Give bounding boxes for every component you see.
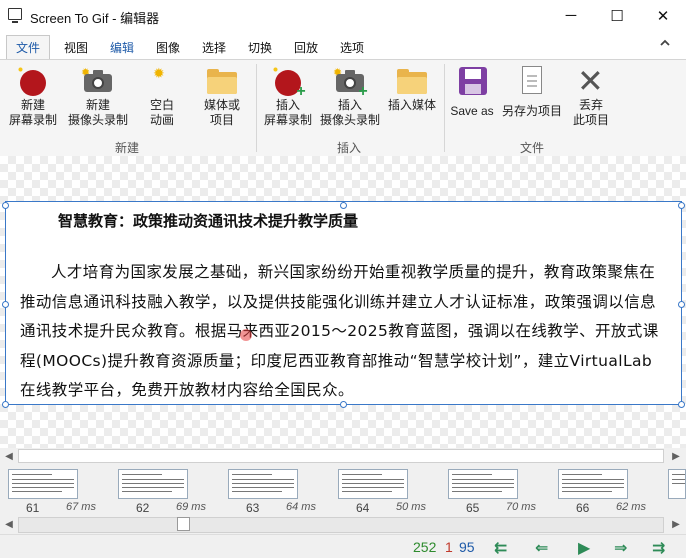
frame-thumbnail[interactable] bbox=[118, 469, 188, 499]
frame-list: 61 67 ms 62 69 ms 63 64 ms 64 50 ms 65 7… bbox=[0, 466, 686, 516]
minimize-button[interactable]: ─ bbox=[548, 0, 594, 31]
chevron-up-icon[interactable] bbox=[660, 38, 670, 48]
frame-number: 65 bbox=[466, 501, 480, 515]
frame-number: 61 bbox=[26, 501, 40, 515]
resize-handle[interactable] bbox=[2, 401, 9, 408]
project-icon bbox=[515, 64, 549, 96]
frame-duration: 67 ms bbox=[66, 501, 96, 513]
frame-number: 62 bbox=[136, 501, 150, 515]
ribbon-separator bbox=[256, 64, 257, 152]
frame-thumbnail[interactable] bbox=[558, 469, 628, 499]
record-icon bbox=[16, 64, 50, 96]
blank-animation-icon: ✹ bbox=[153, 65, 165, 81]
previous-frame-icon[interactable]: ⇐ bbox=[535, 538, 548, 558]
frame-number: 64 bbox=[356, 501, 370, 515]
scroll-right-icon[interactable]: ▶ bbox=[670, 451, 682, 463]
resize-handle[interactable] bbox=[2, 202, 9, 209]
frame-thumbnail[interactable] bbox=[668, 469, 686, 499]
scroll-left-icon[interactable]: ◀ bbox=[3, 519, 15, 531]
scrollbar-track[interactable] bbox=[18, 517, 664, 533]
insert-webcam-recording-button[interactable]: ✹ + 插入 摄像头录制 bbox=[316, 64, 384, 128]
tab-view[interactable]: 视图 bbox=[64, 39, 88, 56]
frame-duration: 69 ms bbox=[176, 501, 206, 513]
frame-thumbnail[interactable] bbox=[228, 469, 298, 499]
open-media-project-button[interactable]: 媒体或 项目 bbox=[196, 64, 248, 128]
document-paragraph: 人才培育为国家发展之基础，新兴国家纷纷开始重视教学质量的提升，教育政策聚焦在推动… bbox=[20, 263, 659, 399]
maximize-button[interactable]: ☐ bbox=[594, 0, 640, 31]
scrollbar-track[interactable] bbox=[18, 449, 664, 463]
tab-file[interactable]: 文件 bbox=[6, 35, 50, 59]
play-icon[interactable]: ▶ bbox=[578, 538, 590, 558]
frame-number: 66 bbox=[576, 501, 590, 515]
tab-select[interactable]: 选择 bbox=[202, 39, 226, 56]
first-frame-icon[interactable]: ⇇ bbox=[494, 538, 507, 558]
folder-icon bbox=[205, 64, 239, 96]
window-title: Screen To Gif - 编辑器 bbox=[30, 11, 160, 26]
frame-thumbnail[interactable] bbox=[338, 469, 408, 499]
frame-canvas[interactable]: 智慧教育：政策推动资通讯技术提升教学质量 人才培育为国家发展之基础，新兴国家纷纷… bbox=[0, 156, 686, 448]
frame-thumbnail[interactable] bbox=[448, 469, 518, 499]
scroll-left-icon[interactable]: ◀ bbox=[3, 451, 15, 463]
tab-options[interactable]: 选项 bbox=[340, 39, 364, 56]
next-frame-icon[interactable]: ⇒ bbox=[614, 538, 627, 558]
scrollbar-thumb[interactable] bbox=[177, 517, 190, 531]
total-frame-count: 252 bbox=[413, 539, 437, 555]
frame-duration: 64 ms bbox=[286, 501, 316, 513]
camera-icon: ✹ bbox=[81, 64, 115, 96]
frame-duration: 70 ms bbox=[506, 501, 536, 513]
selected-frame-count: 1 bbox=[445, 539, 453, 555]
last-frame-icon[interactable]: ⇉ bbox=[652, 538, 665, 558]
status-bar: 252 1 95 ⇇ ⇐ ▶ ⇒ ⇉ bbox=[0, 534, 686, 558]
record-plus-icon: + bbox=[271, 64, 306, 100]
new-webcam-recording-button[interactable]: ✹ 新建 摄像头录制 bbox=[64, 64, 132, 128]
tab-playback[interactable]: 回放 bbox=[294, 39, 318, 56]
group-label-file: 文件 bbox=[520, 141, 545, 155]
resize-handle[interactable] bbox=[2, 301, 9, 308]
frame-thumbnail[interactable] bbox=[8, 469, 78, 499]
scroll-right-icon[interactable]: ▶ bbox=[670, 519, 682, 531]
monitor-icon bbox=[8, 8, 22, 23]
resize-handle[interactable] bbox=[678, 401, 685, 408]
insert-media-button[interactable]: 插入媒体 bbox=[384, 64, 440, 113]
resize-handle[interactable] bbox=[340, 401, 347, 408]
resize-handle[interactable] bbox=[340, 202, 347, 209]
new-screen-recording-button[interactable]: 新建 屏幕录制 bbox=[5, 64, 61, 128]
group-label-insert: 插入 bbox=[337, 141, 362, 155]
frame-list-scrollbar[interactable]: ◀ ▶ bbox=[0, 516, 686, 534]
frame-duration: 50 ms bbox=[396, 501, 426, 513]
mouse-click-indicator bbox=[240, 329, 252, 341]
ribbon-separator bbox=[444, 64, 445, 152]
close-button[interactable]: ✕ bbox=[640, 0, 686, 31]
document-title: 智慧教育：政策推动资通讯技术提升教学质量 bbox=[58, 212, 359, 230]
resize-handle[interactable] bbox=[678, 301, 685, 308]
frame-number: 63 bbox=[246, 501, 260, 515]
discard-icon: ✕ bbox=[577, 63, 604, 99]
current-frame-index: 95 bbox=[459, 539, 475, 555]
tab-edit[interactable]: 编辑 bbox=[110, 39, 134, 56]
save-as-project-button[interactable]: 另存为项目 bbox=[498, 64, 566, 119]
discard-project-button[interactable]: ✕ 丢弃 此项目 bbox=[568, 64, 614, 128]
folder-icon bbox=[395, 64, 429, 96]
tab-image[interactable]: 图像 bbox=[156, 39, 180, 56]
save-icon bbox=[455, 64, 489, 96]
insert-screen-recording-button[interactable]: + 插入 屏幕录制 bbox=[260, 64, 316, 128]
ribbon: 新建 屏幕录制 ✹ 新建 摄像头录制 ✹ 空白 动画 媒体或 项目 新建 + 插… bbox=[0, 60, 686, 157]
group-label-new: 新建 bbox=[115, 141, 140, 155]
camera-plus-icon: ✹ + bbox=[333, 67, 368, 100]
canvas-horizontal-scrollbar[interactable]: ◀ ▶ bbox=[0, 448, 686, 466]
tab-transition[interactable]: 切换 bbox=[248, 39, 272, 56]
current-frame-image: 智慧教育：政策推动资通讯技术提升教学质量 人才培育为国家发展之基础，新兴国家纷纷… bbox=[5, 201, 682, 405]
title-bar: Screen To Gif - 编辑器 ─ ☐ ✕ bbox=[0, 0, 686, 31]
resize-handle[interactable] bbox=[678, 202, 685, 209]
new-blank-animation-button[interactable]: ✹ 空白 动画 bbox=[140, 64, 184, 128]
frame-duration: 62 ms bbox=[616, 501, 646, 513]
ribbon-tabs: 文件 视图 编辑 图像 选择 切换 回放 选项 bbox=[0, 31, 686, 60]
save-as-button[interactable]: Save as bbox=[448, 64, 496, 119]
